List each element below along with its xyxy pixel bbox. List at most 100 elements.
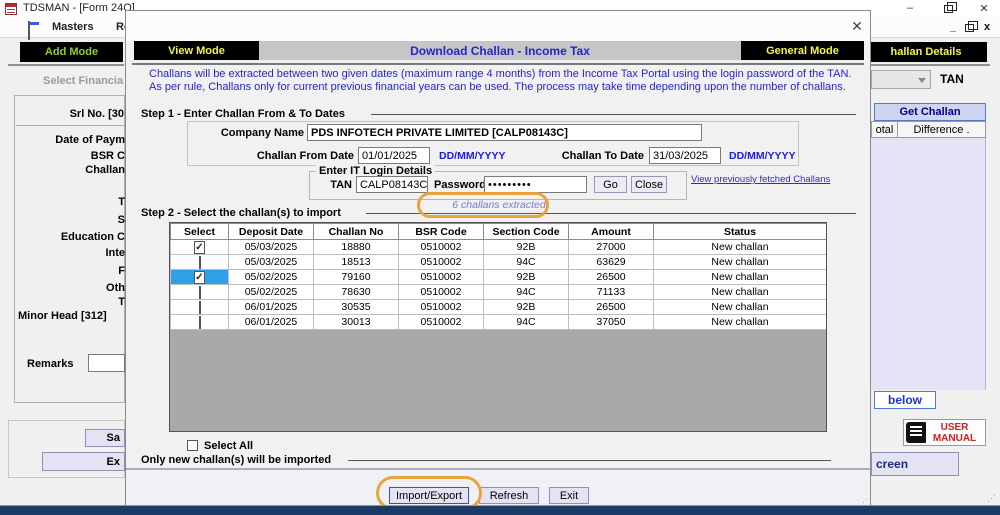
- col-section-code: Section Code: [484, 224, 569, 240]
- table-row[interactable]: 05/02/2025 78630 0510002 94C 71133 New c…: [171, 285, 827, 300]
- close-icon[interactable]: ✕: [974, 1, 994, 15]
- note-rule: [348, 460, 831, 461]
- screen: TDSMAN - [Form 24Q] – ✕ Masters Regular …: [0, 0, 1000, 515]
- table-row[interactable]: ✓ 05/02/2025 79160 0510002 92B 26500 New…: [171, 270, 827, 285]
- table-row[interactable]: 06/01/2025 30535 0510002 92B 26500 New c…: [171, 300, 827, 315]
- chevron-down-icon: [918, 78, 926, 83]
- cell-amount: 26500: [569, 300, 654, 315]
- to-date-format: DD/MM/YYYY: [729, 150, 796, 162]
- tab-general-mode[interactable]: General Mode: [741, 41, 864, 60]
- password-input[interactable]: •••••••••: [484, 176, 587, 193]
- exit-button[interactable]: Exit: [549, 487, 589, 504]
- taskbar-strip: [0, 505, 1000, 515]
- col-select: Select: [171, 224, 229, 240]
- right-tab-underline: [871, 64, 990, 66]
- close-button[interactable]: Close: [631, 176, 667, 193]
- challan-to-date-input[interactable]: 31/03/2025: [649, 147, 721, 164]
- dialog-close-icon[interactable]: ✕: [846, 16, 868, 36]
- cell-section-code: 94C: [484, 255, 569, 270]
- col-status: Status: [654, 224, 827, 240]
- field-label-others: Oth: [16, 282, 125, 294]
- window-title: TDSMAN - [Form 24Q]: [23, 2, 135, 14]
- download-challan-dialog: ✕ View Mode Download Challan - Income Ta…: [125, 10, 871, 508]
- mdi-close-icon[interactable]: x: [980, 20, 994, 34]
- user-manual-label-2: MANUAL: [926, 433, 983, 444]
- field-label-bsr-code: BSR C: [16, 150, 125, 162]
- column-total: otal: [871, 121, 898, 138]
- tan-label: TAN: [322, 179, 352, 191]
- step1-heading: Step 1 - Enter Challan From & To Dates: [141, 108, 345, 120]
- row-checkbox[interactable]: [199, 301, 201, 314]
- cell-amount: 63629: [569, 255, 654, 270]
- cell-bsr-code: 0510002: [399, 285, 484, 300]
- view-fetched-challans-link[interactable]: View previously fetched Challans: [691, 174, 830, 185]
- from-date-format: DD/MM/YYYY: [439, 150, 506, 162]
- screen-button[interactable]: creen: [871, 452, 959, 476]
- row-checkbox[interactable]: [199, 286, 201, 299]
- step1-rule: [371, 114, 856, 115]
- challan-from-date-input[interactable]: 01/01/2025: [358, 147, 430, 164]
- field-label-total: T: [16, 296, 125, 308]
- column-difference: Difference .: [897, 121, 986, 138]
- cell-status: New challan: [654, 255, 827, 270]
- below-text: below: [874, 391, 936, 409]
- row-checkbox[interactable]: ✓: [194, 271, 204, 284]
- tab-view-mode[interactable]: View Mode: [134, 41, 259, 60]
- menu-masters[interactable]: Masters: [46, 17, 100, 37]
- tab-add-mode[interactable]: Add Mode: [20, 42, 123, 62]
- table-row[interactable]: 06/01/2025 30013 0510002 94C 37050 New c…: [171, 315, 827, 330]
- mdi-restore-icon[interactable]: [962, 22, 976, 34]
- challan-to-date-label: Challan To Date: [541, 150, 644, 162]
- remarks-label: Remarks: [27, 358, 73, 370]
- step2-heading: Step 2 - Select the challan(s) to import: [141, 207, 341, 219]
- cell-challan-no: 78630: [314, 285, 399, 300]
- minimize-icon[interactable]: –: [900, 1, 920, 15]
- select-all-checkbox[interactable]: [187, 440, 198, 451]
- cell-deposit-date: 05/02/2025: [229, 285, 314, 300]
- cell-section-code: 94C: [484, 285, 569, 300]
- col-amount: Amount: [569, 224, 654, 240]
- save-button[interactable]: Sa: [85, 429, 125, 447]
- company-name-input[interactable]: PDS INFOTECH PRIVATE LIMITED [CALP08143C…: [307, 124, 702, 141]
- mdi-minimize-icon[interactable]: _: [946, 20, 960, 34]
- table-row[interactable]: ✓ 05/03/2025 18880 0510002 92B 27000 New…: [171, 240, 827, 255]
- field-label-date-of-payment: Date of Paym: [16, 134, 125, 146]
- password-label: Password: [434, 179, 486, 191]
- refresh-button[interactable]: Refresh: [479, 487, 539, 504]
- cell-status: New challan: [654, 285, 827, 300]
- cell-amount: 37050: [569, 315, 654, 330]
- dialog-instructions: Challans will be extracted between two g…: [149, 68, 861, 94]
- exit-button-background[interactable]: Ex: [42, 452, 125, 471]
- financial-year-combo[interactable]: [871, 70, 931, 89]
- row-checkbox[interactable]: [199, 256, 201, 269]
- user-manual-button[interactable]: USER MANUAL: [903, 419, 986, 446]
- field-label-tds: T: [16, 196, 125, 208]
- tab-challan-details[interactable]: hallan Details: [865, 42, 987, 62]
- cell-bsr-code: 0510002: [399, 270, 484, 285]
- cell-challan-no: 18880: [314, 240, 399, 255]
- tan-input[interactable]: CALP08143C: [356, 176, 428, 193]
- row-checkbox[interactable]: [199, 316, 201, 329]
- go-button[interactable]: Go: [594, 176, 627, 193]
- cell-deposit-date: 06/01/2025: [229, 315, 314, 330]
- get-challan-button[interactable]: Get Challan: [874, 103, 986, 121]
- dialog-tab-underline: [132, 63, 864, 65]
- col-deposit-date: Deposit Date: [229, 224, 314, 240]
- srl-separator: [16, 125, 124, 126]
- remarks-input[interactable]: [88, 354, 125, 372]
- row-checkbox[interactable]: ✓: [194, 241, 204, 254]
- book-icon: [906, 422, 926, 443]
- table-row[interactable]: 05/03/2025 18513 0510002 94C 63629 New c…: [171, 255, 827, 270]
- srl-no-label: Srl No. [30: [16, 108, 124, 120]
- field-label-challan: Challan: [16, 164, 125, 176]
- cell-bsr-code: 0510002: [399, 315, 484, 330]
- challan-from-date-label: Challan From Date: [244, 150, 354, 162]
- restore-icon[interactable]: [938, 2, 958, 16]
- window-resize-grip[interactable]: ⋰: [987, 493, 996, 504]
- field-label-fee: F: [16, 265, 125, 277]
- right-table-body: [871, 138, 986, 390]
- cell-challan-no: 18513: [314, 255, 399, 270]
- cell-bsr-code: 0510002: [399, 240, 484, 255]
- cell-bsr-code: 0510002: [399, 300, 484, 315]
- cell-section-code: 92B: [484, 300, 569, 315]
